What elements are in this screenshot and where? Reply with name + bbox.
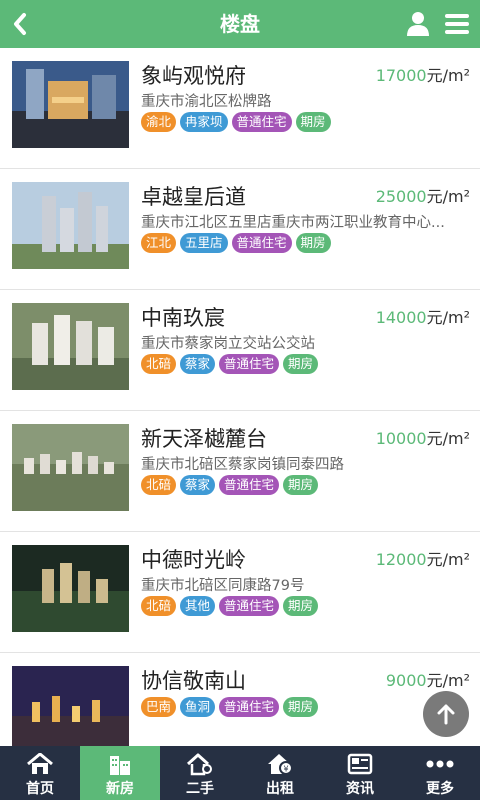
listing-thumbnail [12, 182, 129, 269]
nav-item-more[interactable]: 更多 [400, 746, 480, 800]
district-tag: 北碚 [141, 475, 177, 495]
nav-label: 二手 [186, 781, 214, 797]
area-tag: 冉家坝 [180, 112, 228, 132]
listing-name: 新天泽樾麓台 [141, 427, 267, 451]
listing-price: 14000元/m² [375, 308, 470, 327]
nav-item-home[interactable]: 首页 [0, 746, 80, 800]
nav-label: 资讯 [346, 781, 374, 797]
listing-name: 卓越皇后道 [141, 185, 246, 209]
area-tag: 五里店 [180, 233, 228, 253]
listing-address: 重庆市北碚区蔡家岗镇同泰四路 [141, 457, 344, 473]
arrow-up-icon [437, 704, 455, 725]
building-icon [110, 756, 130, 775]
user-icon [407, 12, 429, 36]
listing-thumbnail [12, 424, 129, 511]
listing-address: 重庆市蔡家岗立交站公交站 [141, 336, 315, 352]
bottom-nav: 首页 新房 二手 ¥ 出租 资讯 更多 [0, 746, 480, 800]
nav-label: 新房 [106, 781, 134, 797]
listing-thumbnail [12, 545, 129, 632]
menu-button[interactable] [444, 12, 472, 36]
nav-label: 更多 [426, 781, 454, 797]
listing-name: 协信敬南山 [141, 669, 246, 693]
listing-address: 重庆市渝北区松牌路 [141, 94, 272, 110]
area-tag: 蔡家 [180, 354, 216, 374]
svg-text:¥: ¥ [283, 765, 288, 774]
area-tag: 其他 [180, 596, 216, 616]
listing-thumbnail [12, 61, 129, 148]
user-button[interactable] [404, 10, 432, 38]
listing-price: 9000元/m² [385, 671, 470, 690]
type-tag: 普通住宅 [219, 697, 280, 717]
status-tag: 期房 [295, 112, 331, 132]
status-tag: 期房 [283, 697, 319, 717]
nav-label: 首页 [26, 781, 54, 797]
listing-address: 重庆市江北区五里店重庆市两江职业教育中心... [141, 215, 445, 231]
type-tag: 普通住宅 [219, 475, 280, 495]
listing-address: 重庆市北碚区同康路79号 [141, 578, 305, 594]
house-coin-icon: ¥ [268, 754, 293, 775]
status-tag: 期房 [295, 233, 331, 253]
district-tag: 江北 [141, 233, 177, 253]
status-tag: 期房 [283, 475, 319, 495]
nav-item-news[interactable]: 资讯 [320, 746, 400, 800]
district-tag: 北碚 [141, 354, 177, 374]
listing-item[interactable]: 象屿观悦府 17000元/m² 重庆市渝北区松牌路 渝北 冉家坝 普通住宅 期房 [0, 48, 480, 169]
more-dots-icon [426, 760, 454, 768]
district-tag: 渝北 [141, 112, 177, 132]
district-tag: 北碚 [141, 596, 177, 616]
nav-item-rent[interactable]: ¥ 出租 [240, 746, 320, 800]
listing-name: 象屿观悦府 [141, 64, 246, 88]
house-key-icon [186, 753, 212, 776]
listing-thumbnail [12, 303, 129, 390]
listing-thumbnail [12, 666, 129, 746]
listing-price: 12000元/m² [375, 550, 470, 569]
nav-item-new-homes[interactable]: 新房 [80, 746, 160, 800]
listing-list[interactable]: 象屿观悦府 17000元/m² 重庆市渝北区松牌路 渝北 冉家坝 普通住宅 期房… [0, 48, 480, 746]
menu-icon [445, 14, 469, 34]
listing-price: 17000元/m² [375, 66, 470, 85]
nav-label: 出租 [266, 781, 294, 797]
listing-name: 中南玖宸 [141, 306, 225, 330]
nav-item-resale[interactable]: 二手 [160, 746, 240, 800]
listing-price: 25000元/m² [375, 187, 470, 206]
type-tag: 普通住宅 [219, 354, 280, 374]
district-tag: 巴南 [141, 697, 177, 717]
scroll-to-top-button[interactable] [423, 691, 469, 737]
listing-item[interactable]: 中南玖宸 14000元/m² 重庆市蔡家岗立交站公交站 北碚 蔡家 普通住宅 期… [0, 290, 480, 411]
listing-item[interactable]: 中德时光岭 12000元/m² 重庆市北碚区同康路79号 北碚 其他 普通住宅 … [0, 532, 480, 653]
listing-item[interactable]: 卓越皇后道 25000元/m² 重庆市江北区五里店重庆市两江职业教育中心... … [0, 169, 480, 290]
area-tag: 蔡家 [180, 475, 216, 495]
status-tag: 期房 [283, 596, 319, 616]
top-bar: 楼盘 [0, 0, 480, 48]
type-tag: 普通住宅 [231, 233, 292, 253]
status-tag: 期房 [283, 354, 319, 374]
area-tag: 鱼洞 [180, 697, 216, 717]
listing-item[interactable]: 协信敬南山 9000元/m² 巴南 鱼洞 普通住宅 期房 [0, 653, 480, 746]
newspaper-icon [347, 753, 373, 775]
home-icon [27, 753, 53, 774]
type-tag: 普通住宅 [231, 112, 292, 132]
listing-name: 中德时光岭 [141, 548, 246, 572]
type-tag: 普通住宅 [219, 596, 280, 616]
listing-item[interactable]: 新天泽樾麓台 10000元/m² 重庆市北碚区蔡家岗镇同泰四路 北碚 蔡家 普通… [0, 411, 480, 532]
listing-price: 10000元/m² [375, 429, 470, 448]
